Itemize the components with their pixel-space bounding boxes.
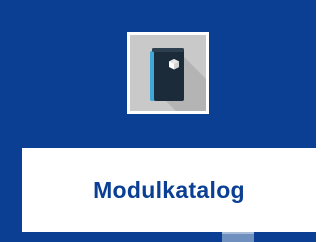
book-icon bbox=[130, 35, 206, 111]
tile-label-box[interactable]: Modulkatalog bbox=[22, 148, 316, 232]
page-edge bbox=[316, 0, 322, 242]
scroll-handle[interactable] bbox=[222, 232, 254, 242]
tile-label: Modulkatalog bbox=[93, 176, 245, 203]
icon-frame bbox=[127, 32, 209, 114]
modulkatalog-tile[interactable]: Modulkatalog bbox=[0, 0, 316, 242]
